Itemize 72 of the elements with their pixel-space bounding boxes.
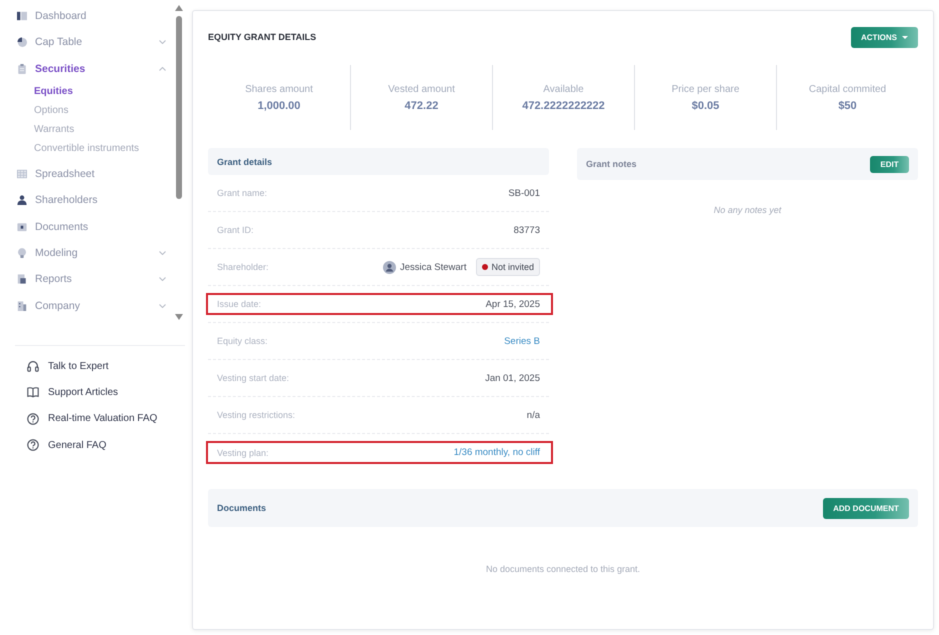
- field-label: Vesting restrictions:: [217, 410, 296, 420]
- panel-title: Grant details: [217, 156, 272, 166]
- edit-button[interactable]: EDIT: [870, 156, 909, 172]
- field-label: Issue date:: [217, 299, 262, 309]
- stat-value: $50: [838, 100, 857, 112]
- nav-item[interactable]: Dashboard: [0, 3, 172, 30]
- field-value: SB-001: [508, 188, 540, 198]
- field-label: Vesting plan:: [217, 448, 269, 458]
- avatar-icon: [382, 260, 396, 274]
- clipboard-icon: [17, 64, 27, 74]
- nav-subitem[interactable]: Convertible instruments: [34, 138, 140, 158]
- stat-value: 472.2222222222: [522, 100, 605, 112]
- empty-notes-text: No any notes yet: [714, 205, 782, 215]
- nav-item[interactable]: Modeling: [0, 240, 172, 266]
- stat-label: Capital commited: [808, 84, 886, 94]
- help-link[interactable]: Support Articles: [27, 379, 118, 406]
- open-book-icon: [27, 386, 39, 398]
- question-circle-icon: [27, 412, 39, 425]
- stat-label: Vested amount: [388, 84, 455, 94]
- nav-item[interactable]: Shareholders: [0, 187, 172, 214]
- field-value: Apr 15, 2025: [486, 298, 540, 310]
- shareholder-name: Jessica Stewart: [400, 262, 466, 272]
- stat-value: 1,000.00: [258, 100, 300, 112]
- field-label: Grant name:: [217, 188, 268, 198]
- nav-item[interactable]: Company: [0, 292, 172, 319]
- panel-title: Grant notes: [586, 159, 637, 169]
- headset-icon: [27, 360, 39, 372]
- scroll-up-arrow-icon: [174, 5, 182, 11]
- nav-item[interactable]: Cap Table: [0, 29, 172, 56]
- table-grid-icon: [17, 169, 27, 180]
- field-label: Grant ID:: [217, 225, 254, 235]
- panel-title: Documents: [217, 503, 266, 513]
- nav-subitem[interactable]: Options: [34, 100, 68, 120]
- field-label: Vesting start date:: [217, 373, 290, 383]
- building-icon: [17, 300, 27, 311]
- nav-subitem[interactable]: Equities: [34, 82, 73, 101]
- help-link[interactable]: Real-time Valuation FAQ: [27, 406, 158, 432]
- person-icon: [17, 195, 27, 206]
- nav-item[interactable]: Spreadsheet: [0, 160, 172, 188]
- status-label: Not invited: [491, 262, 534, 272]
- field-label: Equity class:: [217, 336, 268, 346]
- stat-label: Available: [543, 84, 584, 94]
- scrollbar-thumb[interactable]: [176, 16, 182, 199]
- help-link[interactable]: Talk to Expert: [27, 353, 109, 380]
- nav-item[interactable]: Reports: [0, 266, 172, 292]
- lightbulb-icon: [17, 248, 27, 258]
- status-dot-icon: [482, 264, 488, 270]
- field-link[interactable]: Series B: [504, 336, 540, 346]
- field-label: Shareholder:: [217, 262, 269, 272]
- pie-chart-icon: [17, 37, 27, 48]
- stat-label: Price per share: [672, 84, 740, 94]
- stat-value: 472.22: [404, 100, 438, 112]
- folder-icon: [17, 222, 27, 232]
- field-value: n/a: [526, 410, 540, 420]
- document-icon: [17, 274, 27, 284]
- field-link[interactable]: 1/36 monthly, no cliff: [454, 447, 540, 458]
- nav-subitem[interactable]: Warrants: [34, 120, 74, 139]
- stat-value: $0.05: [692, 100, 720, 112]
- nav-item[interactable]: Documents: [0, 213, 172, 240]
- caret-down-icon: [902, 36, 908, 38]
- empty-documents-text: No documents connected to this grant.: [486, 564, 640, 574]
- stat-label: Shares amount: [245, 84, 313, 94]
- add-document-button[interactable]: ADD DOCUMENT: [823, 498, 909, 518]
- actions-button[interactable]: ACTIONS: [851, 26, 918, 48]
- scroll-down-arrow-icon: [174, 314, 182, 320]
- page-title: EQUITY GRANT DETAILS: [208, 32, 316, 42]
- field-value: Jan 01, 2025: [485, 372, 540, 384]
- field-value: 83773: [514, 224, 540, 236]
- nav-item[interactable]: Securities: [0, 56, 172, 82]
- help-link[interactable]: General FAQ: [27, 432, 106, 458]
- layout-icon: [17, 11, 27, 22]
- question-circle-icon: [27, 439, 39, 452]
